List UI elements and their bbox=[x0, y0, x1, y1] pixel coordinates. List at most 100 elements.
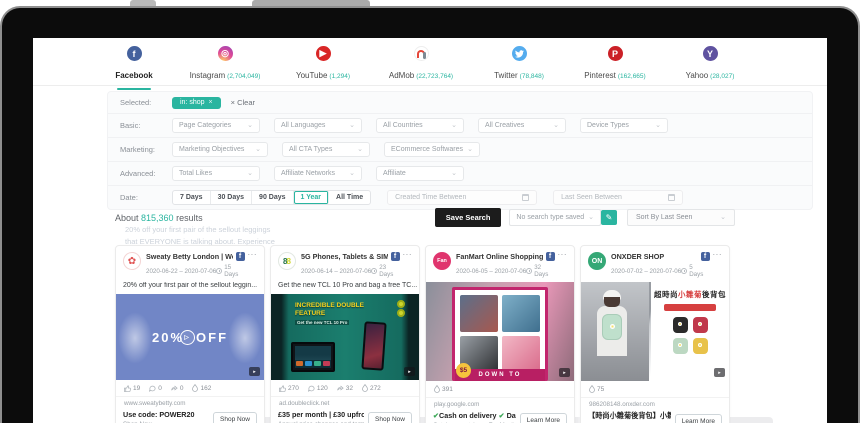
chip-close-icon[interactable]: × bbox=[209, 99, 213, 106]
chevron-down-icon: ⌄ bbox=[357, 148, 363, 152]
tab-label: YouTube bbox=[296, 71, 327, 80]
tab-facebook[interactable]: f Facebook bbox=[95, 44, 173, 96]
tab-twitter[interactable]: Twitter(78,848) bbox=[473, 44, 565, 89]
ad-creative-image[interactable]: 超時尚小雛菊後背包 ▸ bbox=[581, 282, 729, 381]
ad-domain[interactable]: 986208148.onxder.com bbox=[581, 398, 729, 410]
discount-text: 20%▷OFF bbox=[152, 330, 228, 345]
select-cta-types[interactable]: All CTA Types⌄ bbox=[282, 142, 370, 157]
page-name[interactable]: ONXDER SHOP bbox=[611, 252, 698, 261]
ad-creative-image[interactable]: INCREDIBLE DOUBLEFEATURE Get the new TCL… bbox=[271, 294, 419, 380]
tab-count: (2,704,049) bbox=[227, 73, 260, 80]
video-badge-icon: ▸ bbox=[249, 367, 260, 376]
filter-row-advanced: Advanced: Total Likes⌄ Affiliate Network… bbox=[108, 162, 812, 186]
heat-count: 391 bbox=[434, 385, 453, 393]
filter-row-basic: Basic: Page Categories⌄ All Languages⌄ A… bbox=[108, 114, 812, 138]
selected-filter-chip[interactable]: in: shop × bbox=[172, 97, 221, 109]
tab-yahoo[interactable]: Y Yahoo(28,027) bbox=[665, 44, 755, 89]
date-option-90days[interactable]: 90 Days bbox=[252, 191, 293, 204]
tab-youtube[interactable]: ▶ YouTube(1,294) bbox=[277, 44, 369, 89]
chevron-down-icon: ⌄ bbox=[247, 172, 253, 176]
page-name[interactable]: Sweaty Betty London | Wom... bbox=[146, 252, 233, 261]
filter-row-selected: Selected: in: shop× × Clear bbox=[108, 92, 812, 114]
select-total-likes[interactable]: Total Likes⌄ bbox=[172, 166, 260, 181]
sort-dropdown[interactable]: Sort By Last Seen⌄ bbox=[627, 209, 735, 226]
date-option-30days[interactable]: 30 Days bbox=[211, 191, 252, 204]
stats-row: 391 bbox=[426, 381, 574, 398]
more-menu-icon[interactable]: ··· bbox=[248, 252, 258, 258]
ad-link-title: 【時尚小雛菊後背包】小雛菊刺... bbox=[588, 411, 671, 421]
ad-card-onxder[interactable]: ON ONXDER SHOP 2020-07-02 – 2020-07-065 … bbox=[580, 245, 730, 423]
select-affiliate[interactable]: Affiliate⌄ bbox=[376, 166, 464, 181]
ad-creative-image[interactable]: 20%▷OFF ▸ bbox=[116, 294, 264, 380]
tab-count: (28,027) bbox=[710, 73, 734, 80]
more-menu-icon[interactable]: ··· bbox=[403, 252, 413, 258]
date-range: 2020-07-02 – 2020-07-06 bbox=[611, 268, 681, 275]
avatar: ✿ bbox=[123, 252, 141, 270]
page-name[interactable]: 5G Phones, Tablets & SIMs | ... bbox=[301, 252, 388, 261]
page-name[interactable]: FanMart Online Shopping - F... bbox=[456, 252, 543, 261]
date-label: Date: bbox=[120, 193, 172, 202]
advanced-label: Advanced: bbox=[120, 169, 172, 178]
select-page-categories[interactable]: Page Categories⌄ bbox=[172, 118, 260, 133]
share-count: 32 bbox=[337, 385, 353, 392]
tv-graphic bbox=[291, 342, 335, 372]
cta-button[interactable]: Learn More bbox=[520, 413, 567, 423]
ad-domain[interactable]: ad.doubleclick.net bbox=[271, 397, 419, 409]
select-ecommerce-softwares[interactable]: ECommerce Softwares⌄ bbox=[384, 142, 480, 157]
ad-domain[interactable]: play.google.com bbox=[426, 398, 574, 410]
select-countries[interactable]: All Countries⌄ bbox=[376, 118, 464, 133]
tab-count: (22,723,764) bbox=[416, 73, 453, 80]
ad-domain[interactable]: www.sweatybetty.com bbox=[116, 397, 264, 409]
save-search-button[interactable]: Save Search bbox=[435, 208, 502, 227]
select-affiliate-networks[interactable]: Affiliate Networks⌄ bbox=[274, 166, 362, 181]
select-languages[interactable]: All Languages⌄ bbox=[274, 118, 362, 133]
instagram-icon: ◎ bbox=[218, 46, 233, 61]
created-time-input[interactable]: Created Time Between bbox=[387, 190, 537, 205]
page: f Facebook ◎ Instagram(2,704,049) ▶ YouT… bbox=[0, 0, 860, 423]
date-option-7days[interactable]: 7 Days bbox=[173, 191, 211, 204]
heat-count: 75 bbox=[589, 385, 604, 393]
chip-label: in: shop bbox=[180, 99, 205, 106]
tab-pinterest[interactable]: P Pinterest(162,665) bbox=[565, 44, 665, 89]
select-marketing-objectives[interactable]: Marketing Objectives⌄ bbox=[172, 142, 268, 157]
results-count: 815,360 bbox=[141, 213, 174, 223]
backpack-swatches bbox=[651, 317, 729, 354]
saved-search-dropdown[interactable]: No search type saved⌄ bbox=[509, 209, 601, 226]
edit-saved-search-button[interactable]: ✎ bbox=[601, 210, 617, 225]
cta-button[interactable]: Shop Now bbox=[368, 412, 412, 423]
ad-card-fanmart[interactable]: Fan FanMart Online Shopping - F... 2020-… bbox=[425, 245, 575, 423]
clear-filters-button[interactable]: × Clear bbox=[231, 98, 255, 107]
filter-row-marketing: Marketing: Marketing Objectives⌄ All CTA… bbox=[108, 138, 812, 162]
model-photo bbox=[581, 282, 649, 381]
creative-headline: INCREDIBLE DOUBLEFEATURE bbox=[295, 302, 364, 318]
video-badge-icon: ▸ bbox=[559, 368, 570, 377]
chevron-down-icon: ⌄ bbox=[247, 124, 253, 128]
tab-label: AdMob bbox=[389, 71, 414, 80]
facebook-icon: f bbox=[127, 46, 142, 61]
tabbar-divider bbox=[33, 85, 827, 86]
share-count: 0 bbox=[171, 385, 184, 392]
date-option-1year[interactable]: 1 Year bbox=[294, 191, 330, 204]
select-creatives[interactable]: All Creatives⌄ bbox=[478, 118, 566, 133]
cta-button[interactable]: Learn More bbox=[675, 414, 722, 423]
date-option-alltime[interactable]: All Time bbox=[329, 191, 370, 204]
facebook-icon: f bbox=[236, 252, 245, 261]
cta-button[interactable]: Shop Now bbox=[213, 412, 257, 423]
product-panel: 超時尚小雛菊後背包 bbox=[651, 282, 729, 381]
ad-card-sweaty-betty[interactable]: ✿ Sweaty Betty London | Wom... 2020-06-2… bbox=[115, 245, 265, 423]
ad-link-title: Use code: POWER20 bbox=[123, 410, 209, 419]
ad-creative-image[interactable]: DOWN TO $5 ▸ bbox=[426, 282, 574, 381]
date-range-segmented-control: 7 Days 30 Days 90 Days 1 Year All Time bbox=[172, 190, 371, 205]
last-seen-input[interactable]: Last Seen Between bbox=[553, 190, 683, 205]
heat-count: 272 bbox=[362, 384, 381, 392]
more-menu-icon[interactable]: ··· bbox=[558, 252, 568, 258]
tab-admob[interactable]: AdMob(22,723,764) bbox=[369, 44, 473, 89]
ad-card-5g-phones[interactable]: 88 5G Phones, Tablets & SIMs | ... 2020-… bbox=[270, 245, 420, 423]
select-device-types[interactable]: Device Types⌄ bbox=[580, 118, 668, 133]
stats-row: 270 120 32 272 bbox=[271, 380, 419, 397]
tab-instagram[interactable]: ◎ Instagram(2,704,049) bbox=[173, 44, 277, 89]
ad-link-title: ✔Cash on delivery ✔ Days fr... bbox=[433, 411, 516, 420]
yahoo-icon: Y bbox=[703, 46, 718, 61]
ad-text: Get the new TCL 10 Pro and bag a free TC… bbox=[271, 282, 419, 294]
more-menu-icon[interactable]: ··· bbox=[713, 252, 723, 258]
